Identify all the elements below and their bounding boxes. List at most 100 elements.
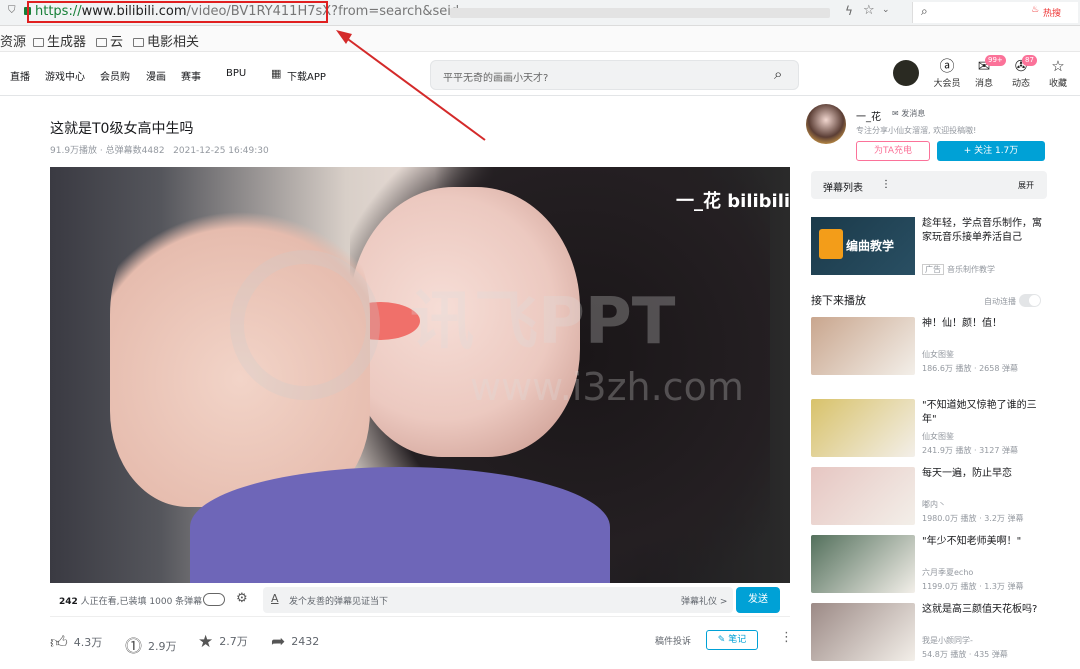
nav-vip[interactable]: ⓐ 大会员 (930, 56, 964, 89)
nav-dynamic-label: 动态 (1011, 79, 1030, 89)
recommendation-thumbnail[interactable] (811, 467, 915, 525)
danmaku-list-header[interactable]: 弹幕列表 ⋮ 展开 (811, 171, 1047, 199)
danmaku-list-expand[interactable]: 展开 (1018, 180, 1034, 191)
separator: · (971, 364, 980, 373)
recommendation-title[interactable]: "不知道她又惊艳了谁的三年" (922, 399, 1048, 427)
mail-icon: ✉ (892, 109, 899, 118)
nav-shop[interactable]: 会员购 (100, 68, 130, 83)
avatar[interactable] (893, 60, 919, 86)
search-placeholder: 平平无奇的画画小天才? (443, 73, 549, 84)
chevron-down-icon[interactable]: ⌄ (882, 5, 890, 15)
watermark-circle (230, 250, 380, 400)
report-link[interactable]: 稿件投诉 (655, 634, 691, 647)
favorite-button[interactable]: ★ 2.7万 (198, 632, 248, 652)
folder-icon (133, 38, 144, 47)
recommendation-thumbnail[interactable] (811, 399, 915, 457)
flame-icon: ♨ (1031, 5, 1040, 15)
search-icon[interactable]: ⌕ (774, 65, 782, 83)
ad-thumbnail-text: 编曲教学 (846, 239, 895, 253)
text-style-icon[interactable]: A (271, 592, 279, 605)
danmaku-settings-icon[interactable]: ⚙ (236, 591, 248, 606)
coin-icon: ⓵ (125, 637, 142, 657)
music-app-icon (819, 229, 843, 259)
publish-date: 2021-12-25 16:49:30 (173, 146, 269, 156)
nav-favorites[interactable]: ☆ 收藏 (1041, 56, 1075, 89)
bookmark-cloud[interactable]: 云 (96, 31, 123, 50)
recommendation-title[interactable]: 神！仙！颜！值！ (922, 317, 1048, 331)
nav-download-app[interactable]: 下载APP (287, 68, 326, 83)
danmaku-bar: 242 人正在看,已装填 1000 条弹幕 ⚙ A 发个友善的弹幕见证当下 弹幕… (50, 583, 790, 617)
download-app-icon: ▦ (271, 67, 282, 80)
bookmark-label: 云 (110, 35, 124, 50)
autoplay-switch[interactable]: 自动连播 (984, 294, 1041, 307)
recommendation-title[interactable]: 每天一遍，防止早恋 (922, 467, 1048, 481)
watching-text: 人正在看,已装填 1000 条弹幕 (80, 597, 203, 607)
site-header: 直播 游戏中心 会员购 漫画 赛事 BPU ▦ 下载APP 平平无奇的画画小天才… (0, 52, 1080, 96)
recommendation-author[interactable]: 六月季夏echo (922, 567, 973, 578)
send-button[interactable]: 发送 (736, 587, 780, 613)
search-input[interactable]: 平平无奇的画画小天才? ⌕ (430, 60, 799, 90)
recommendation-author[interactable]: 嘟内丶 (922, 499, 946, 510)
recommendation-title[interactable]: "年少不知老师美啊！" (922, 535, 1048, 549)
bookmarks-bar: 资源 生成器 云 电影相关 (0, 26, 1080, 52)
nav-manga[interactable]: 漫画 (146, 68, 166, 83)
recommendation-author[interactable]: 我是小颜同学- (922, 635, 973, 646)
separator: · (966, 650, 974, 659)
note-icon: ✎ (717, 635, 726, 645)
recommendation-danmaku: 2658 弹幕 (979, 364, 1018, 373)
vip-icon: ⓐ (939, 57, 955, 75)
bookmark-generator[interactable]: 生成器 (33, 31, 86, 50)
nav-live[interactable]: 直播 (10, 68, 30, 83)
follow-button[interactable]: + 关注 1.7万 (937, 141, 1045, 161)
ad-tag: 广告 音乐制作教学 (922, 264, 995, 275)
uploader-desc: 专注分享小仙女溜溜, 欢迎投稿嗷! (856, 126, 977, 135)
recommendation-author[interactable]: 仙女图鉴 (922, 349, 954, 360)
coin-count: 2.9万 (148, 640, 177, 653)
recommendation-danmaku: 3127 弹幕 (979, 446, 1018, 455)
watching-count: 242 (59, 597, 78, 607)
like-button[interactable]: 👍︎ 4.3万 (50, 632, 102, 653)
danmaku-toggle[interactable] (203, 593, 225, 606)
side-search-box[interactable]: ⌕ 热搜 ♨ (912, 2, 1078, 23)
blurred-url-part (450, 8, 830, 18)
ad-thumbnail[interactable]: 编曲教学 (811, 217, 915, 275)
bookmark-resources[interactable]: 资源 (0, 31, 26, 50)
bookmark-movies[interactable]: 电影相关 (133, 31, 199, 50)
recommendation-title[interactable]: 这就是高三颜值天花板吗? (922, 603, 1048, 617)
recommendation-danmaku: 3.2万 弹幕 (984, 514, 1024, 523)
recommendation-author[interactable]: 仙女图鉴 (922, 431, 954, 442)
ad-title[interactable]: 趁年轻，学点音乐制作，寓家玩音乐接单养活自己 (922, 217, 1048, 245)
nav-game-center[interactable]: 游戏中心 (45, 68, 85, 83)
bookmark-label: 电影相关 (147, 35, 200, 50)
danmaku-input[interactable]: A 发个友善的弹幕见证当下 弹幕礼仪 > (263, 587, 733, 613)
overlay-watermark: 讯飞PPT www.i3zh.com (230, 250, 790, 420)
charge-button[interactable]: 为TA充电 (856, 141, 930, 161)
recommendation-thumbnail[interactable] (811, 317, 915, 375)
more-icon[interactable]: ⋮ (780, 630, 793, 645)
thumbs-up-icon: 👍︎ (50, 633, 68, 653)
coin-button[interactable]: ⓵ 2.9万 (125, 632, 177, 657)
nav-bpu[interactable]: BPU (226, 68, 246, 79)
star-icon: ☆ (1051, 57, 1065, 75)
danmaku-placeholder: 发个友善的弹幕见证当下 (289, 597, 389, 607)
next-up-title: 接下来播放 (811, 294, 866, 307)
danmaku-etiquette-link[interactable]: 弹幕礼仪 > (681, 594, 727, 607)
recommendation-thumbnail[interactable] (811, 603, 915, 661)
dynamic-badge: 87 (1022, 55, 1037, 66)
hot-search-label[interactable]: 热搜 (1043, 6, 1061, 19)
video-watermark-logo: 一_花 bilibili (676, 191, 790, 212)
nav-messages[interactable]: ✉ 99+ 消息 (967, 55, 1006, 89)
uploader-name[interactable]: 一_花 (856, 108, 881, 123)
uploader-avatar[interactable] (806, 104, 846, 144)
lightning-icon[interactable]: ϟ (845, 4, 853, 18)
bookmark-star-icon[interactable]: ☆ (863, 3, 875, 18)
danmaku-list-menu-icon[interactable]: ⋮ (881, 179, 891, 190)
send-message-link[interactable]: ✉ 发消息 (892, 108, 925, 119)
nav-dynamic[interactable]: ✇ 87 动态 (1004, 55, 1038, 89)
autoplay-toggle[interactable] (1018, 294, 1041, 307)
recommendation-thumbnail[interactable] (811, 535, 915, 593)
note-button[interactable]: ✎ 笔记 (706, 630, 758, 650)
recommendation-stats: 241.9万 播放 · 3127 弹幕 (922, 445, 1018, 456)
share-button[interactable]: ➦ 2432 (271, 632, 319, 652)
nav-esports[interactable]: 赛事 (181, 68, 201, 83)
